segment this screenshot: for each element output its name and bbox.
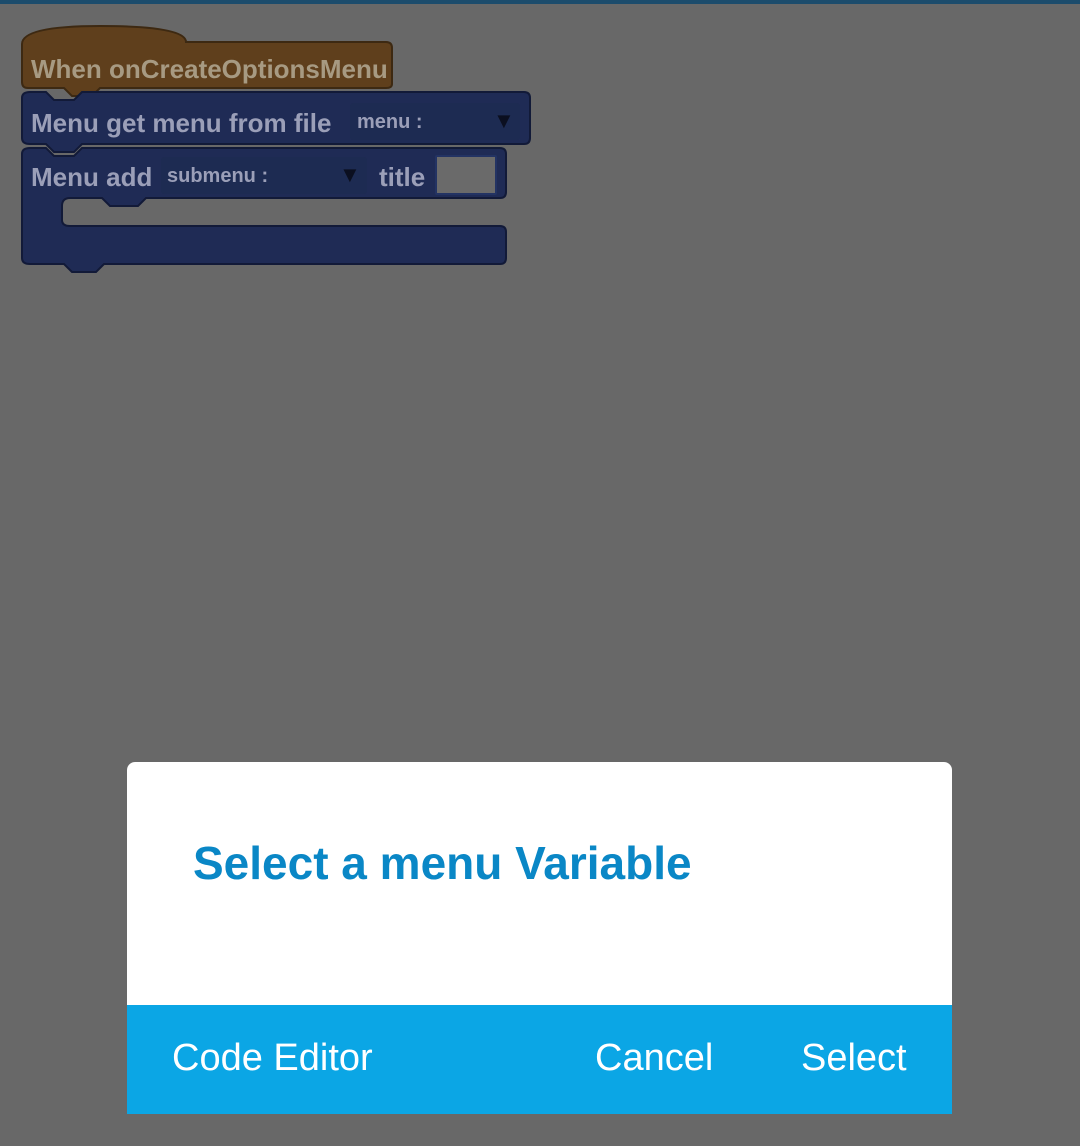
submenu-variable-dropdown[interactable]: submenu : ▼ bbox=[161, 157, 367, 194]
dialog-button-bar: Code Editor Cancel Select bbox=[127, 1005, 952, 1114]
submenu-dropdown-label: submenu : bbox=[167, 165, 269, 187]
title-label: title bbox=[379, 162, 426, 192]
dropdown-arrow-icon: ▼ bbox=[339, 162, 361, 187]
block-workspace[interactable]: When onCreateOptionsMenu Menu get menu f… bbox=[0, 0, 1080, 740]
select-button[interactable]: Select bbox=[801, 1039, 907, 1077]
dropdown-arrow-icon: ▼ bbox=[493, 108, 515, 133]
add-submenu-block-label[interactable]: Menu add bbox=[31, 162, 152, 193]
block-shapes bbox=[21, 24, 531, 273]
cancel-button[interactable]: Cancel bbox=[595, 1039, 713, 1077]
get-menu-block-label[interactable]: Menu get menu from file bbox=[31, 108, 331, 139]
select-variable-dialog: Select a menu Variable Code Editor Cance… bbox=[127, 762, 952, 1114]
code-editor-button[interactable]: Code Editor bbox=[172, 1039, 373, 1077]
dialog-title: Select a menu Variable bbox=[193, 837, 692, 889]
menu-dropdown-label: menu : bbox=[357, 111, 423, 133]
menu-variable-dropdown[interactable]: menu : ▼ bbox=[350, 103, 520, 140]
title-input[interactable] bbox=[435, 155, 497, 195]
event-block-label[interactable]: When onCreateOptionsMenu bbox=[31, 54, 388, 85]
